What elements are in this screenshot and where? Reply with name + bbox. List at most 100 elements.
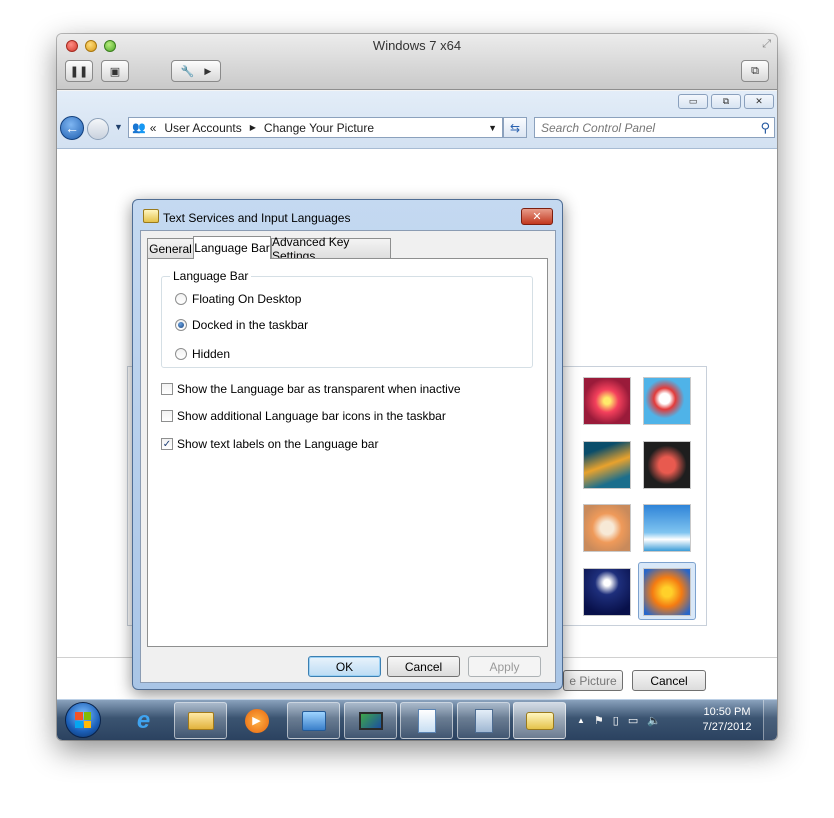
action-center-icon[interactable]: ⚑ (594, 714, 604, 727)
checkbox-label: Show the Language bar as transparent whe… (177, 382, 461, 396)
refresh-icon: ⇆ (509, 120, 521, 135)
battery-icon[interactable]: ▯ (613, 714, 619, 727)
taskbar-explorer[interactable] (174, 702, 227, 739)
radio-label: Hidden (192, 347, 231, 361)
radio-button[interactable] (175, 319, 187, 331)
radio-label: Floating On Desktop (192, 292, 302, 306)
radio-button[interactable] (175, 348, 187, 360)
clock-time: 10:50 PM (703, 706, 751, 718)
radio-label: Docked in the taskbar (192, 318, 309, 332)
checkbox[interactable] (161, 383, 173, 395)
radio-docked-in-taskbar[interactable]: Docked in the taskbar (175, 318, 308, 332)
play-arrow-icon: ▶ (204, 65, 212, 76)
cancel-button[interactable]: Cancel (387, 656, 460, 677)
taskbar-remote-desktop[interactable] (344, 702, 397, 739)
minimize-icon: ▭ (688, 96, 698, 106)
breadcrumb-overflow[interactable]: « (150, 121, 157, 135)
picture-stairs[interactable] (583, 441, 631, 489)
search-placeholder: Search Control Panel (541, 120, 656, 135)
close-button[interactable]: ✕ (744, 94, 774, 109)
taskbar-internet-explorer[interactable]: e (117, 702, 170, 739)
checkbox-transparent-when-inactive[interactable]: Show the Language bar as transparent whe… (161, 382, 461, 396)
picture-origami-crane[interactable] (643, 441, 691, 489)
keyboard-icon (143, 209, 159, 223)
dialog-close-button[interactable]: ✕ (521, 208, 553, 225)
checkbox[interactable] (161, 410, 173, 422)
pause-icon: ❚❚ (69, 65, 89, 78)
restore-icon: ⧉ (722, 96, 730, 106)
picture-flower[interactable] (583, 377, 631, 425)
checkbox-label: Show text labels on the Language bar (177, 437, 379, 451)
ok-button[interactable]: OK (308, 656, 381, 677)
group-title: Language Bar (170, 269, 252, 283)
checkbox-text-labels[interactable]: ✓ Show text labels on the Language bar (161, 437, 378, 451)
vm-window: Windows 7 x64 ⤢ ❚❚ ▣ 🔧 ▶ ⧉ ▭ ⧉ ✕ ← ▼ 👥 «… (57, 34, 777, 740)
radio-button[interactable] (175, 293, 187, 305)
show-hidden-icons-button[interactable]: ▲ (577, 716, 585, 725)
taskbar: e ▶ ▲ ⚑ ▯ ▭ 🔈 10:50 PM 7/27/2012 (57, 699, 777, 740)
show-desktop-button[interactable] (763, 700, 777, 740)
search-input[interactable]: Search Control Panel ⚲ (534, 117, 775, 138)
refresh-button[interactable]: ⇆ (503, 117, 527, 138)
taskbar-clock[interactable]: 10:50 PM 7/27/2012 (697, 705, 757, 735)
start-button[interactable] (65, 702, 101, 738)
network-icon[interactable]: ▭ (628, 714, 638, 727)
monitor-icon (358, 711, 383, 730)
picture-toy[interactable] (583, 504, 631, 552)
breadcrumb-user-accounts[interactable]: User Accounts (164, 121, 241, 135)
address-bar[interactable]: 👥 « User Accounts ▶ Change Your Picture … (128, 117, 503, 138)
change-picture-button[interactable]: e Picture (563, 670, 623, 691)
tab-language-bar[interactable]: Language Bar (193, 236, 271, 259)
media-player-icon: ▶ (244, 708, 269, 733)
text-services-dialog: Text Services and Input Languages ✕ Gene… (132, 199, 563, 690)
pause-button[interactable]: ❚❚ (65, 60, 93, 82)
checkbox-label: Show additional Language bar icons in th… (177, 409, 446, 423)
dialog-body: General Language Bar Advanced Key Settin… (140, 230, 556, 683)
search-icon[interactable]: ⚲ (760, 120, 770, 136)
clock-date: 7/27/2012 (702, 721, 752, 733)
fullscreen-icon[interactable]: ⤢ (762, 38, 771, 51)
cp-cancel-button[interactable]: Cancel (632, 670, 706, 691)
cp-cancel-label: Cancel (650, 673, 688, 688)
restore-button[interactable]: ⧉ (711, 94, 741, 109)
control-panel-icon: 👥 (132, 122, 146, 134)
chevron-down-icon[interactable]: ▼ (488, 123, 497, 133)
breadcrumb-change-picture[interactable]: Change Your Picture (264, 121, 374, 135)
forward-button[interactable] (87, 118, 109, 140)
snapshot-button[interactable]: ▣ (101, 60, 129, 82)
picture-ferris-wheel[interactable] (643, 377, 691, 425)
volume-icon[interactable]: 🔈 (647, 714, 661, 727)
internet-explorer-icon: e (136, 706, 151, 734)
windows-desktop: ▭ ⧉ ✕ ← ▼ 👥 « User Accounts ▶ Change You… (57, 91, 777, 740)
taskbar-text-services[interactable] (513, 702, 566, 739)
window-icon: ⧉ (751, 64, 759, 77)
arrow-left-icon: ← (65, 120, 79, 136)
back-button[interactable]: ← (60, 116, 84, 140)
document-icon (417, 708, 436, 733)
taskbar-documents[interactable] (400, 702, 453, 739)
apply-button[interactable]: Apply (468, 656, 541, 677)
checkbox-additional-icons[interactable]: Show additional Language bar icons in th… (161, 409, 446, 423)
wrench-icon: 🔧 (180, 65, 195, 78)
window-mode-button[interactable]: ⧉ (741, 60, 769, 82)
picture-sailboat[interactable] (643, 504, 691, 552)
settings-button[interactable]: 🔧 ▶ (171, 60, 221, 82)
chevron-right-icon[interactable]: ▶ (250, 123, 256, 132)
chevron-down-icon[interactable]: ▼ (114, 122, 123, 132)
snapshot-icon: ▣ (109, 65, 121, 78)
checkbox[interactable]: ✓ (161, 438, 173, 450)
explorer-chrome: ▭ ⧉ ✕ ← ▼ 👥 « User Accounts ▶ Change You… (57, 91, 777, 149)
calculator-icon (474, 708, 493, 733)
picture-lighthouse[interactable] (583, 568, 631, 616)
taskbar-calculator[interactable] (457, 702, 510, 739)
tab-advanced-key-settings[interactable]: Advanced Key Settings (271, 235, 391, 263)
picture-daisy[interactable] (643, 568, 691, 616)
taskbar-media-player[interactable]: ▶ (230, 702, 283, 739)
close-icon: ✕ (755, 96, 763, 106)
radio-floating-on-desktop[interactable]: Floating On Desktop (175, 292, 301, 306)
radio-hidden[interactable]: Hidden (175, 347, 230, 361)
taskbar-control-panel[interactable] (287, 702, 340, 739)
windows-logo-icon (75, 712, 91, 728)
tab-general[interactable]: General (147, 238, 194, 258)
minimize-button[interactable]: ▭ (678, 94, 708, 109)
